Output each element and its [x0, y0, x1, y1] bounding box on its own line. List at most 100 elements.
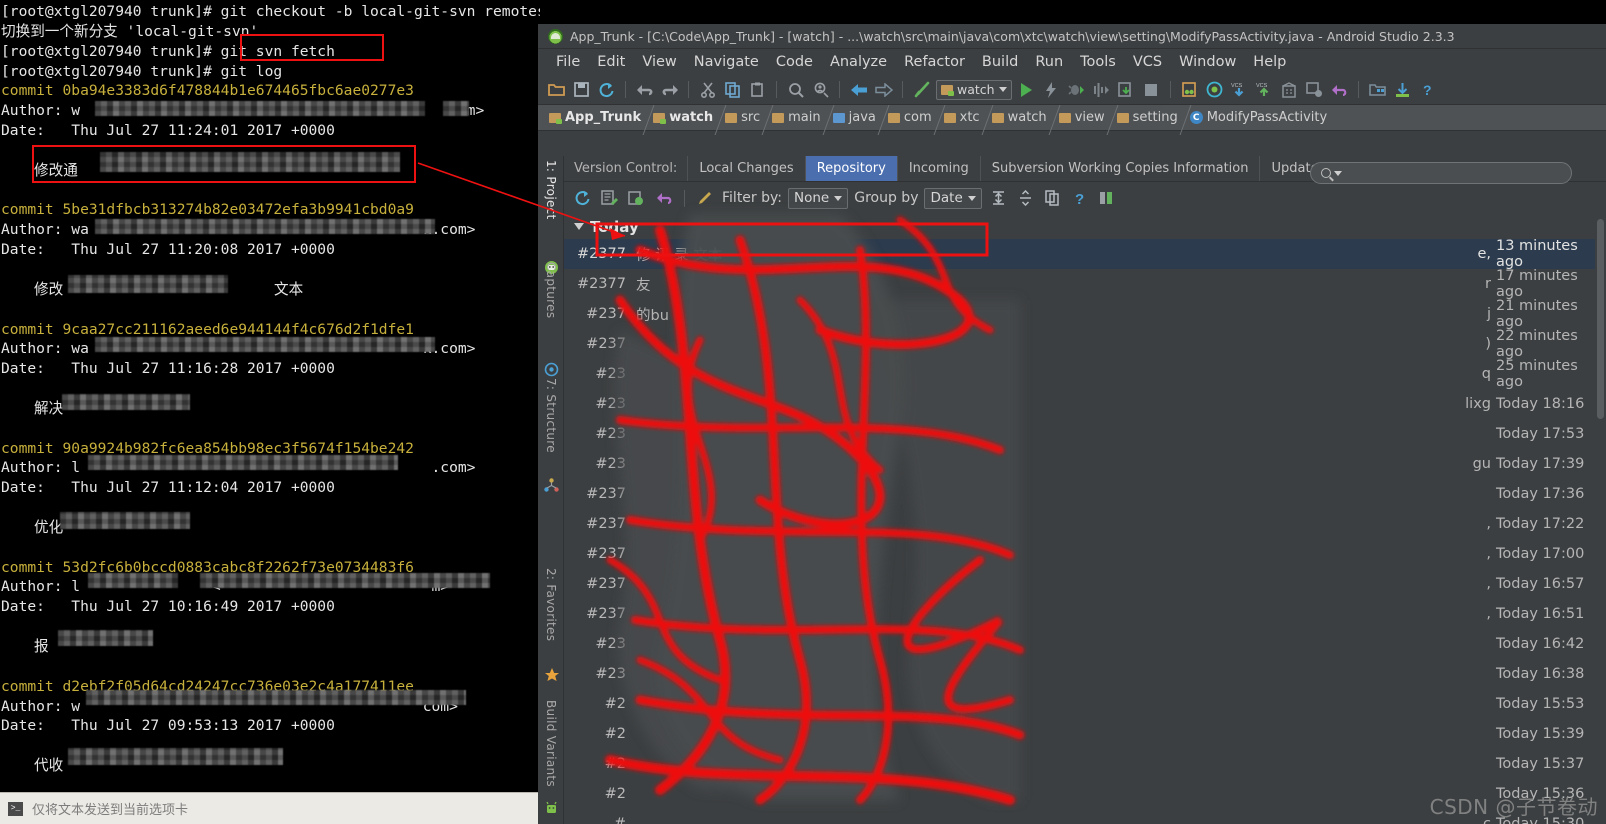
group-by-dropdown[interactable]: Date: [924, 187, 982, 209]
tool-window-strip-left[interactable]: 1: Project Captures 7: Structure 2: Favorit…: [538, 156, 564, 824]
menu-item-vcs[interactable]: VCS: [1125, 52, 1170, 72]
profile-icon[interactable]: [1091, 79, 1112, 100]
menu-item-edit[interactable]: Edit: [589, 52, 633, 72]
scrollbar-thumb[interactable]: [1597, 219, 1604, 419]
search-input[interactable]: [1310, 162, 1572, 184]
open-folder-icon[interactable]: [546, 79, 567, 100]
version-control-panel[interactable]: Version Control: Local Changes Repository I…: [564, 156, 1606, 824]
show-diff-icon[interactable]: [1096, 188, 1117, 209]
commit-group-header[interactable]: Today: [564, 214, 1606, 239]
commit-row[interactable]: #2 Today 15:53: [564, 689, 1606, 719]
commit-row[interactable]: #23 gu Today 17:39: [564, 449, 1606, 479]
breadcrumb-item-app_trunk[interactable]: App_Trunk: [546, 110, 648, 125]
commit-row[interactable]: #23 q 25 minutes ago: [564, 358, 1606, 390]
vcs-tab-incoming[interactable]: Incoming: [896, 156, 980, 181]
menu-item-refactor[interactable]: Refactor: [896, 52, 973, 72]
menu-bar[interactable]: File Edit View Navigate Code Analyze Refactor B…: [538, 49, 1606, 75]
breadcrumb-item-com[interactable]: com: [885, 110, 939, 125]
commit-row[interactable]: #23 lixg Today 18:16: [564, 389, 1606, 419]
menu-item-tools[interactable]: Tools: [1072, 52, 1124, 72]
main-toolbar[interactable]: watch VCS VCS ?: [538, 75, 1606, 105]
find-icon[interactable]: [785, 79, 806, 100]
breadcrumb-item-modifypassactivity[interactable]: C ModifyPassActivity: [1187, 110, 1334, 125]
terminal-window[interactable]: [root@xtgl207940 trunk]# git checkout -b…: [0, 0, 540, 824]
expand-all-icon[interactable]: [988, 188, 1009, 209]
vcs-update-icon[interactable]: VCS: [1229, 79, 1250, 100]
copy-icon[interactable]: [722, 79, 743, 100]
help-icon[interactable]: ?: [1417, 79, 1438, 100]
back-icon[interactable]: [848, 79, 869, 100]
settings-icon[interactable]: [1304, 79, 1325, 100]
version-control-toolbar[interactable]: Filter by: None Group by Date ?: [564, 162, 1606, 214]
filter-value-dropdown[interactable]: None: [788, 187, 849, 209]
sdk-manager-icon[interactable]: [1204, 79, 1225, 100]
commit-row[interactable]: #2 Today 15:36: [564, 779, 1606, 809]
tool-window-tab-project[interactable]: 1: Project: [538, 156, 564, 256]
sync-icon[interactable]: [596, 79, 617, 100]
build-hammer-icon[interactable]: [911, 79, 932, 100]
commit-row[interactable]: #237 的bu j 21 minutes ago: [564, 298, 1606, 330]
commit-list[interactable]: Today #2377 修 讯 录 文本 e, 13 minutes ago #2377…: [564, 214, 1606, 824]
breadcrumb-item-java[interactable]: java: [830, 110, 883, 125]
breadcrumb-item-view[interactable]: view: [1056, 110, 1112, 125]
breadcrumb-item-main[interactable]: main: [769, 110, 827, 125]
tool-window-tab-structure[interactable]: 7: Structure: [538, 374, 564, 474]
commit-list-scrollbar[interactable]: [1595, 219, 1606, 824]
commit-row[interactable]: #237 Today 17:36: [564, 479, 1606, 509]
revert-icon[interactable]: [1329, 79, 1350, 100]
menu-item-view[interactable]: View: [634, 52, 684, 72]
copy-revision-icon[interactable]: [1042, 188, 1063, 209]
commit-row[interactable]: #2377 友 r 17 minutes ago: [564, 268, 1606, 300]
commit-row[interactable]: #23 Today 16:42: [564, 629, 1606, 659]
commit-row[interactable]: #237, Today 17:00: [564, 539, 1606, 569]
save-all-icon[interactable]: [571, 79, 592, 100]
paste-icon[interactable]: [747, 79, 768, 100]
menu-item-file[interactable]: File: [548, 52, 588, 72]
tool-window-tab-captures[interactable]: Captures: [538, 258, 564, 358]
breadcrumb-item-watch[interactable]: watch: [650, 110, 720, 125]
project-structure-icon[interactable]: [1279, 79, 1300, 100]
redo-icon[interactable]: [659, 79, 680, 100]
breadcrumb[interactable]: App_Trunk watch src main java com xtc watch view…: [538, 105, 1606, 131]
menu-item-analyze[interactable]: Analyze: [822, 52, 895, 72]
chevron-down-icon[interactable]: [574, 223, 584, 230]
commit-row[interactable]: #237, Today 17:22: [564, 509, 1606, 539]
edit-changelist-icon[interactable]: [599, 188, 620, 209]
commit-row[interactable]: # c Today 15:30: [564, 809, 1606, 824]
breadcrumb-item-src[interactable]: src: [722, 110, 767, 125]
apply-changes-icon[interactable]: [1041, 79, 1062, 100]
collapse-all-icon[interactable]: [1015, 188, 1036, 209]
commit-row[interactable]: #2377 修 讯 录 文本 e, 13 minutes ago: [564, 238, 1606, 270]
stop-icon[interactable]: [1141, 79, 1162, 100]
breadcrumb-item-xtc[interactable]: xtc: [941, 110, 987, 125]
vcs-tab-local[interactable]: Local Changes: [687, 156, 804, 181]
pencil-icon[interactable]: [695, 188, 716, 209]
tool-window-tab-favorites[interactable]: 2: Favorites: [538, 564, 564, 664]
undo-icon[interactable]: [634, 79, 655, 100]
avd-manager-icon[interactable]: [1179, 79, 1200, 100]
help-icon[interactable]: ?: [1069, 188, 1090, 209]
attach-debugger-icon[interactable]: [1116, 79, 1137, 100]
find-usages-icon[interactable]: [810, 79, 831, 100]
commit-row[interactable]: #23 Today 17:53: [564, 419, 1606, 449]
vcs-commit-icon[interactable]: VCS: [1254, 79, 1275, 100]
menu-item-navigate[interactable]: Navigate: [686, 52, 767, 72]
run-configuration-selector[interactable]: watch: [936, 79, 1012, 100]
menu-item-build[interactable]: Build: [974, 52, 1026, 72]
commit-row[interactable]: #237, Today 16:57: [564, 569, 1606, 599]
menu-item-help[interactable]: Help: [1245, 52, 1294, 72]
tool-window-tab-build-variants[interactable]: Build Variants: [538, 696, 564, 796]
layout-inspector-icon[interactable]: [1367, 79, 1388, 100]
menu-item-window[interactable]: Window: [1171, 52, 1244, 72]
device-monitor-icon[interactable]: [1392, 79, 1413, 100]
refresh-icon[interactable]: [572, 188, 593, 209]
run-icon[interactable]: [1016, 79, 1037, 100]
shelve-icon[interactable]: [626, 188, 647, 209]
menu-item-code[interactable]: Code: [768, 52, 821, 72]
breadcrumb-item-setting[interactable]: setting: [1114, 110, 1185, 125]
debug-icon[interactable]: [1066, 79, 1087, 100]
commit-row[interactable]: #23 Today 16:38: [564, 659, 1606, 689]
commit-row[interactable]: #2 Today 15:39: [564, 719, 1606, 749]
commit-row[interactable]: #237) 22 minutes ago: [564, 328, 1606, 360]
vcs-tab-subversion[interactable]: Subversion Working Copies Information: [979, 156, 1260, 181]
